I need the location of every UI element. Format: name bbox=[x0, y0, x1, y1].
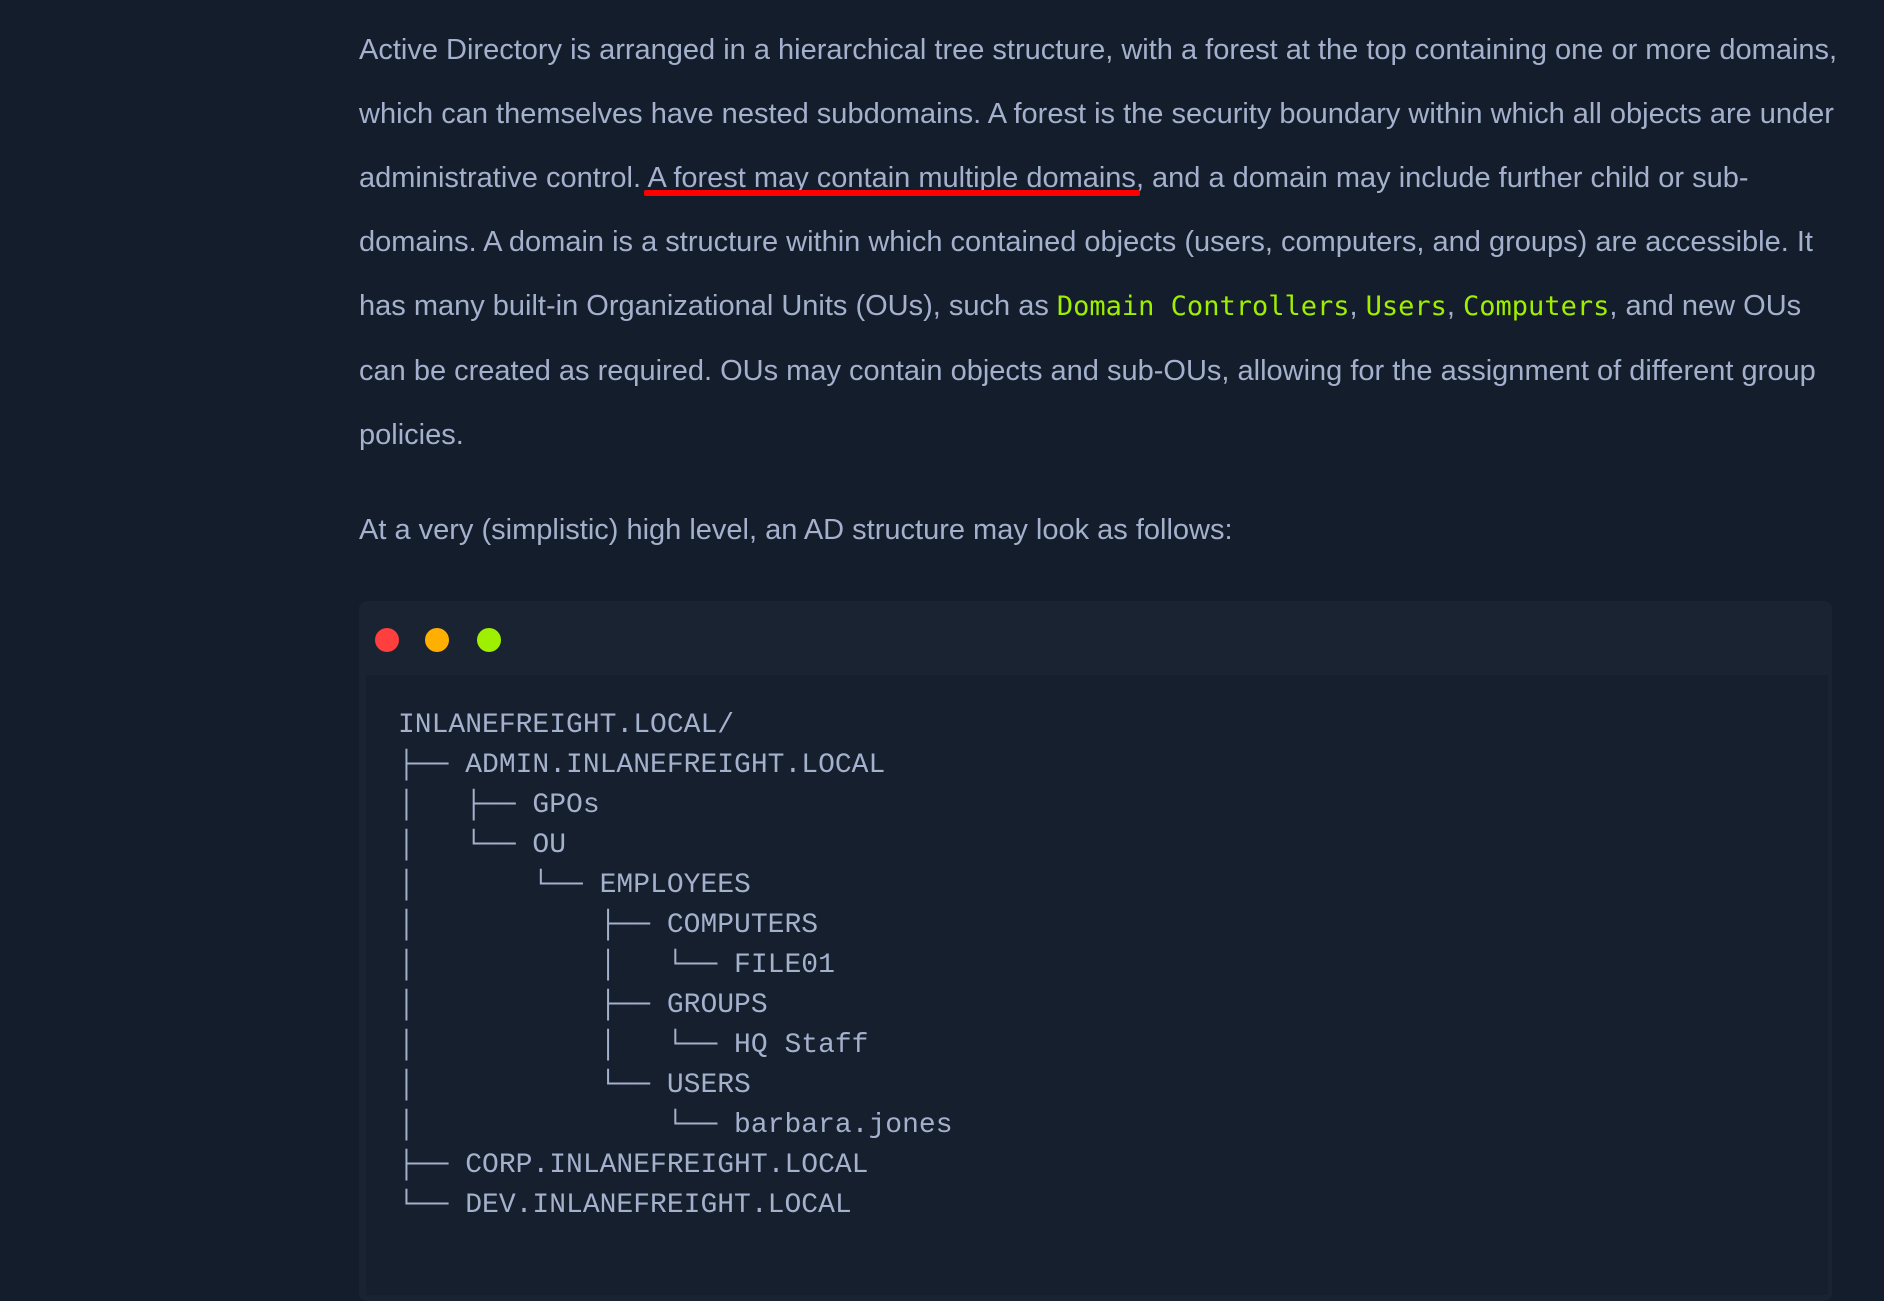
code-line: │ ├── GPOs bbox=[398, 790, 600, 821]
minimize-dot-icon bbox=[425, 628, 449, 652]
code-line: │ │ └── HQ Staff bbox=[398, 1030, 869, 1061]
code-line: │ └── barbara.jones bbox=[398, 1110, 953, 1141]
code-line: │ ├── COMPUTERS bbox=[398, 910, 819, 941]
code-line: │ └── OU bbox=[398, 830, 567, 861]
code-line: │ ├── GROUPS bbox=[398, 990, 768, 1021]
code-line: └── DEV.INLANEFREIGHT.LOCAL bbox=[398, 1190, 852, 1221]
code-line: │ │ └── FILE01 bbox=[398, 950, 835, 981]
separator: , bbox=[1349, 290, 1366, 322]
structure-intro-paragraph: At a very (simplistic) high level, an AD… bbox=[359, 514, 1233, 546]
maximize-dot-icon bbox=[477, 628, 501, 652]
code-line: INLANEFREIGHT.LOCAL/ bbox=[398, 710, 735, 741]
ad-tree-code: INLANEFREIGHT.LOCAL/ ├── ADMIN.INLANEFREI… bbox=[398, 706, 953, 1226]
intro-paragraph: Active Directory is arranged in a hierar… bbox=[359, 18, 1839, 467]
separator: , bbox=[1446, 290, 1464, 322]
inline-code-computers: Computers bbox=[1463, 291, 1610, 322]
close-dot-icon bbox=[375, 628, 399, 652]
code-line: ├── ADMIN.INLANEFREIGHT.LOCAL bbox=[398, 750, 886, 781]
code-line: │ └── USERS bbox=[398, 1070, 751, 1101]
inline-code-domain-controllers: Domain Controllers bbox=[1056, 291, 1350, 322]
code-line: │ └── EMPLOYEES bbox=[398, 870, 751, 901]
inline-code-users: Users bbox=[1365, 291, 1447, 322]
code-line: ├── CORP.INLANEFREIGHT.LOCAL bbox=[398, 1150, 869, 1181]
highlighted-phrase: A forest may contain multiple domains bbox=[647, 162, 1136, 194]
